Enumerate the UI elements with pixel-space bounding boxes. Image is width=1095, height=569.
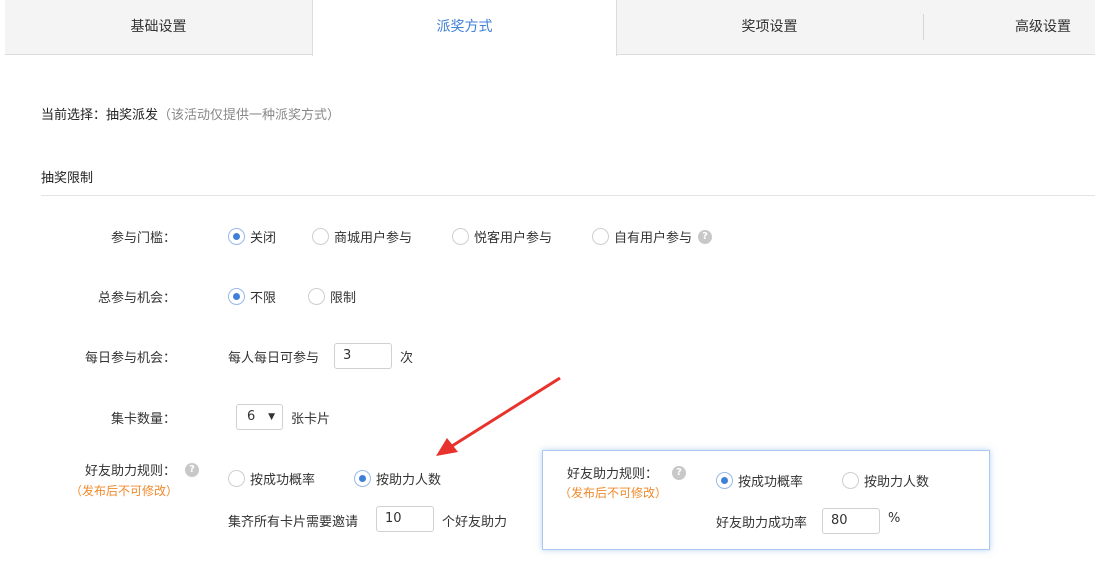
annotation-arrow-icon	[436, 376, 561, 456]
